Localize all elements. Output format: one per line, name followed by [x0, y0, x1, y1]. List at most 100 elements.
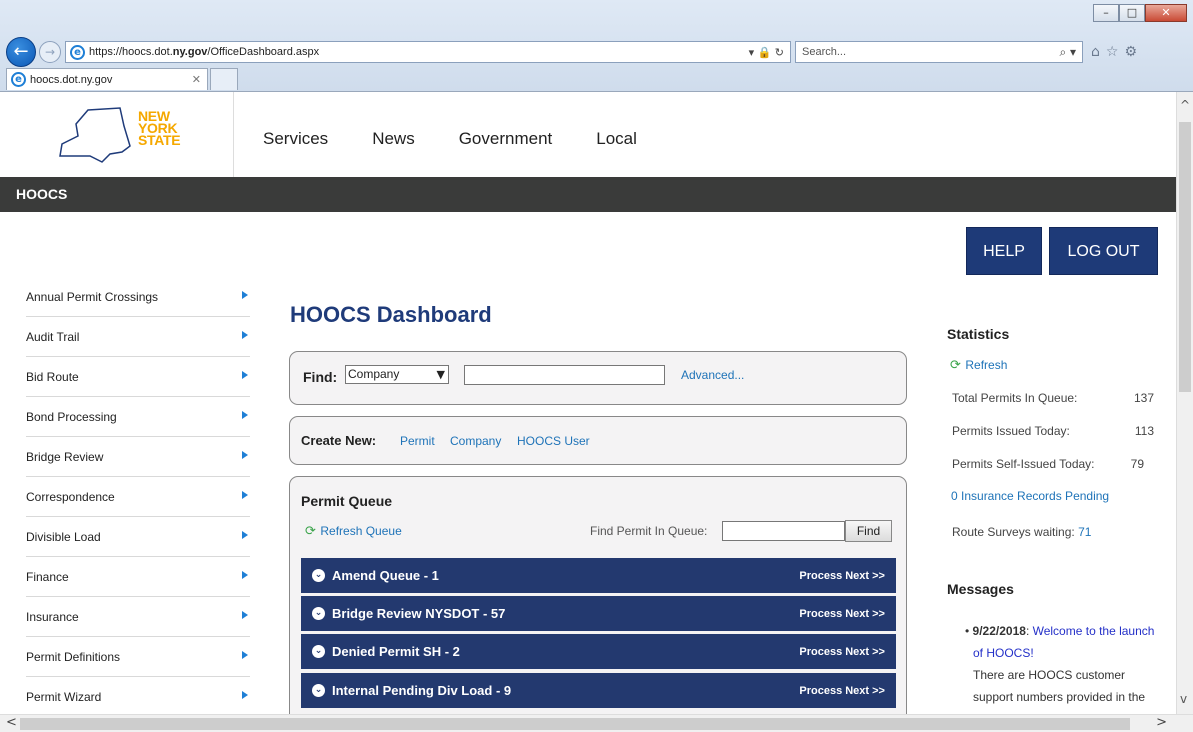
chevron-down-circle-icon[interactable]: ⌄: [312, 569, 325, 582]
caret-right-icon: [242, 451, 248, 459]
sidebar-item-audit-trail[interactable]: Audit Trail: [26, 317, 250, 357]
sidebar-item-permit-wizard[interactable]: Permit Wizard: [26, 677, 250, 714]
queue-name: Amend Queue - 1: [332, 568, 439, 583]
statistics-refresh-control[interactable]: ⟳ Refresh: [950, 356, 1165, 374]
process-next-link[interactable]: Process Next >>: [799, 570, 885, 582]
sidebar-item-finance[interactable]: Finance: [26, 557, 250, 597]
sidebar-item-bridge-review[interactable]: Bridge Review: [26, 437, 250, 477]
insurance-pending-link[interactable]: 0 Insurance Records Pending: [951, 489, 1109, 503]
logout-button[interactable]: LOG OUT: [1049, 227, 1158, 275]
message-link-1[interactable]: Welcome to the launch: [1033, 624, 1155, 638]
stat-value: 79: [1130, 457, 1144, 471]
find-input[interactable]: [464, 365, 665, 385]
page-viewport: NEW YORK STATE Services News Government …: [0, 92, 1176, 714]
vertical-scroll-thumb[interactable]: [1179, 122, 1191, 392]
queue-row[interactable]: ⌄ Bridge Review NYSDOT - 57 Process Next…: [301, 596, 896, 631]
statistics-refresh-link[interactable]: Refresh: [965, 358, 1007, 372]
queue-name: Bridge Review NYSDOT - 57: [332, 606, 506, 621]
nav-services[interactable]: Services: [263, 129, 328, 149]
queue-row[interactable]: ⌄ Internal Pending Div Load - 9 Process …: [301, 673, 896, 708]
stat-label: Permits Self-Issued Today:: [952, 457, 1095, 471]
horizontal-scrollbar[interactable]: < >: [0, 714, 1193, 732]
sidebar-item-correspondence[interactable]: Correspondence: [26, 477, 250, 517]
sidebar-item-label: Permit Wizard: [26, 689, 102, 704]
queue-row[interactable]: ⌄ Denied Permit SH - 2 Process Next >>: [301, 634, 896, 669]
sidebar-menu: Annual Permit Crossings Audit Trail Bid …: [26, 277, 250, 714]
help-button[interactable]: HELP: [966, 227, 1042, 275]
create-company-link[interactable]: Company: [450, 434, 501, 448]
queue-row[interactable]: ⌄ Amend Queue - 1 Process Next >>: [301, 558, 896, 593]
nys-logo[interactable]: NEW YORK STATE: [0, 92, 234, 177]
nav-government[interactable]: Government: [459, 129, 553, 149]
stat-row-total-in-queue: Total Permits In Queue: 137: [952, 391, 1162, 405]
find-in-queue-button[interactable]: Find: [845, 520, 892, 542]
sidebar-item-label: Audit Trail: [26, 329, 80, 344]
navigation-bar: ← → e https://hoocs.dot. ny.gov/OfficeDas…: [6, 37, 1187, 67]
sidebar-item-label: Permit Definitions: [26, 649, 121, 664]
scroll-down-icon[interactable]: v: [1180, 692, 1187, 706]
chevron-down-circle-icon[interactable]: ⌄: [312, 684, 325, 697]
forward-button[interactable]: →: [39, 41, 61, 63]
stat-label: Total Permits In Queue:: [952, 391, 1078, 405]
browser-tab[interactable]: e hoocs.dot.ny.gov ✕: [6, 68, 208, 90]
caret-right-icon: [242, 411, 248, 419]
vertical-scrollbar[interactable]: ^ v: [1176, 92, 1193, 714]
advanced-search-link[interactable]: Advanced...: [681, 368, 744, 382]
nav-news[interactable]: News: [372, 129, 415, 149]
caret-right-icon: [242, 611, 248, 619]
statistics-heading: Statistics: [947, 326, 1010, 342]
sidebar-item-permit-definitions[interactable]: Permit Definitions: [26, 637, 250, 677]
sidebar-item-bond-processing[interactable]: Bond Processing: [26, 397, 250, 437]
tab-close-icon[interactable]: ✕: [192, 73, 201, 86]
sidebar-item-label: Divisible Load: [26, 529, 101, 544]
scroll-left-icon[interactable]: <: [6, 715, 17, 730]
caret-right-icon: [242, 531, 248, 539]
chevron-down-circle-icon[interactable]: ⌄: [312, 645, 325, 658]
sidebar-item-bid-route[interactable]: Bid Route: [26, 357, 250, 397]
create-new-panel: Create New: Permit Company HOOCS User: [289, 416, 907, 465]
minimize-button[interactable]: –: [1093, 4, 1119, 22]
queue-name: Internal Pending Div Load - 9: [332, 683, 512, 698]
close-window-button[interactable]: ✕: [1145, 4, 1187, 22]
chevron-down-circle-icon[interactable]: ⌄: [312, 607, 325, 620]
refresh-queue-control[interactable]: ⟳ Refresh Queue: [305, 522, 402, 540]
horizontal-scroll-thumb[interactable]: [20, 718, 1130, 730]
route-surveys-link[interactable]: 71: [1078, 525, 1091, 539]
stat-value: 137: [1133, 391, 1154, 405]
sidebar-item-annual-permit-crossings[interactable]: Annual Permit Crossings: [26, 277, 250, 317]
process-next-link[interactable]: Process Next >>: [799, 646, 885, 658]
address-bar[interactable]: e https://hoocs.dot. ny.gov/OfficeDashboa…: [65, 41, 791, 63]
sidebar-item-insurance[interactable]: Insurance: [26, 597, 250, 637]
find-in-queue-input[interactable]: [722, 521, 845, 541]
message-link-2[interactable]: of HOOCS!: [973, 646, 1034, 660]
back-button[interactable]: ←: [6, 37, 36, 67]
refresh-queue-link[interactable]: Refresh Queue: [320, 524, 401, 538]
favorites-star-icon[interactable]: ☆: [1106, 44, 1119, 60]
scroll-up-icon[interactable]: ^: [1180, 98, 1190, 112]
route-surveys-label: Route Surveys waiting:: [952, 525, 1075, 539]
caret-right-icon: [242, 291, 248, 299]
new-tab-button[interactable]: [210, 68, 238, 90]
maximize-button[interactable]: □: [1119, 4, 1145, 22]
create-permit-link[interactable]: Permit: [400, 434, 435, 448]
create-hoocs-user-link[interactable]: HOOCS User: [517, 434, 590, 448]
find-type-select[interactable]: Company ▼: [345, 365, 449, 384]
browser-search-box[interactable]: Search... ⌕ ▾: [795, 41, 1083, 63]
tab-row: e hoocs.dot.ny.gov ✕: [6, 68, 238, 90]
message-body-1: There are HOOCS customer: [973, 668, 1126, 682]
search-placeholder: Search...: [802, 46, 847, 58]
refresh-icon: ⟳: [950, 358, 961, 373]
settings-gear-icon[interactable]: ⚙: [1124, 44, 1137, 60]
sidebar-item-label: Bond Processing: [26, 409, 117, 424]
address-tools-icons[interactable]: ▾ 🔒 ↻: [749, 46, 784, 59]
process-next-link[interactable]: Process Next >>: [799, 685, 885, 697]
find-type-value: Company: [348, 367, 400, 381]
process-next-link[interactable]: Process Next >>: [799, 608, 885, 620]
home-icon[interactable]: ⌂: [1091, 44, 1100, 60]
nav-local[interactable]: Local: [596, 129, 637, 149]
nys-state-outline-icon: [59, 107, 131, 163]
scroll-right-icon[interactable]: >: [1156, 715, 1167, 730]
sidebar-item-divisible-load[interactable]: Divisible Load: [26, 517, 250, 557]
search-icon[interactable]: ⌕ ▾: [1059, 45, 1076, 60]
find-panel: Find: Company ▼ Advanced...: [289, 351, 907, 405]
